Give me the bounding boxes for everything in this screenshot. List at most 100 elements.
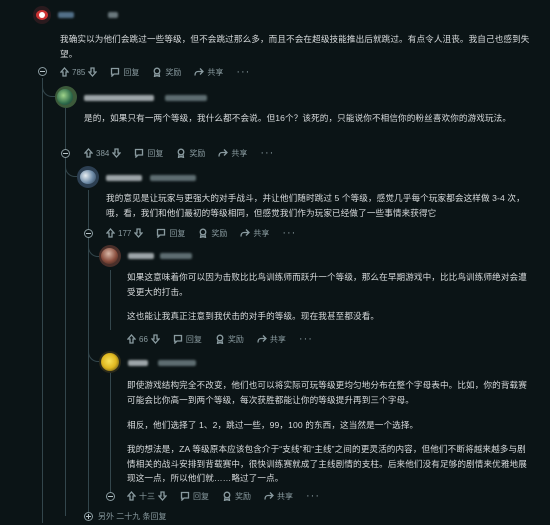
share-button[interactable]: 共享 bbox=[264, 491, 293, 502]
username-redacted bbox=[160, 253, 192, 259]
thread-curve-2 bbox=[42, 78, 55, 97]
share-button[interactable]: 共享 bbox=[257, 334, 286, 345]
username-redacted[interactable] bbox=[84, 95, 154, 101]
thread-curve-3 bbox=[65, 160, 78, 177]
award-icon bbox=[177, 148, 185, 158]
award-button[interactable]: 奖励 bbox=[152, 67, 181, 78]
award-label: 奖励 bbox=[165, 67, 182, 77]
comment-actions: 66 回复 奖励 共享 ··· bbox=[127, 331, 326, 347]
comment-actions: 177 回复 奖励 共享 ··· bbox=[106, 225, 309, 241]
comment-text: 如果这意味着你可以因为击败比比鸟训练师而跃升一个等级，那么在早期游戏中，比比鸟训… bbox=[127, 272, 527, 297]
vote-count: 十三 bbox=[139, 491, 155, 501]
downvote-icon[interactable] bbox=[88, 67, 98, 77]
reply-label: 回复 bbox=[169, 228, 186, 238]
more-options-button[interactable]: ··· bbox=[306, 490, 320, 502]
share-label: 共享 bbox=[207, 67, 224, 77]
award-icon bbox=[216, 334, 224, 344]
avatar[interactable] bbox=[99, 245, 121, 267]
reply-button[interactable]: 回复 bbox=[134, 148, 163, 159]
reply-button[interactable]: 回复 bbox=[156, 228, 185, 239]
upvote-icon[interactable] bbox=[127, 491, 136, 501]
reply-label: 回复 bbox=[185, 334, 202, 344]
award-icon bbox=[153, 67, 161, 77]
award-label: 奖励 bbox=[227, 334, 244, 344]
share-button[interactable]: 共享 bbox=[218, 148, 247, 159]
comment-text: 是的，如果只有一两个等级，我什么都不会说。但16个？该死的，只能说你不相信你的粉… bbox=[84, 113, 512, 123]
award-label: 奖励 bbox=[211, 228, 228, 238]
more-options-button[interactable]: ··· bbox=[260, 147, 274, 159]
downvote-icon[interactable] bbox=[134, 228, 144, 238]
collapse-thread-button[interactable] bbox=[38, 67, 47, 76]
avatar[interactable] bbox=[33, 6, 51, 24]
avatar[interactable] bbox=[55, 86, 77, 108]
award-label: 奖励 bbox=[235, 491, 251, 501]
vote-count: 384 bbox=[96, 148, 110, 158]
share-label: 共享 bbox=[231, 148, 248, 158]
comment-icon bbox=[135, 148, 144, 158]
reply-button[interactable]: 回复 bbox=[173, 334, 202, 345]
award-button[interactable]: 奖励 bbox=[222, 491, 251, 502]
comment-icon bbox=[111, 67, 120, 77]
share-button[interactable]: 共享 bbox=[194, 67, 223, 78]
username-redacted[interactable] bbox=[106, 175, 142, 181]
share-icon bbox=[240, 229, 251, 237]
award-button[interactable]: 奖励 bbox=[198, 228, 227, 239]
vote-count: 785 bbox=[72, 67, 86, 77]
expand-icon bbox=[84, 512, 93, 521]
reply-button[interactable]: 回复 bbox=[110, 67, 139, 78]
thread-line-1 bbox=[42, 78, 43, 523]
upvote-icon[interactable] bbox=[60, 67, 69, 77]
reply-button[interactable]: 回复 bbox=[180, 491, 209, 502]
collapse-thread-button[interactable] bbox=[106, 492, 115, 501]
comment-text: 这也能让我真正注意到我伏击的对手的等级。现在我甚至都没看。 bbox=[127, 311, 380, 321]
username-redacted bbox=[165, 95, 207, 101]
collapse-thread-button[interactable] bbox=[84, 229, 93, 238]
comment-icon bbox=[173, 334, 183, 344]
reply-label: 回复 bbox=[123, 67, 140, 77]
vote-group: 177 bbox=[106, 228, 144, 238]
username-redacted[interactable] bbox=[128, 253, 154, 259]
upvote-icon[interactable] bbox=[106, 228, 115, 238]
downvote-icon[interactable] bbox=[112, 148, 122, 158]
award-button[interactable]: 奖励 bbox=[215, 334, 244, 345]
reply-label: 回复 bbox=[147, 148, 164, 158]
upvote-icon[interactable] bbox=[127, 334, 136, 344]
collapse-thread-button[interactable] bbox=[61, 149, 70, 158]
comment-text: 我的想法是，ZA 等级原本应该包含介于“支线”和“主线”之间的更灵活的内容，但他… bbox=[127, 444, 527, 483]
avatar[interactable] bbox=[77, 166, 99, 188]
award-icon bbox=[199, 228, 207, 238]
more-replies-link[interactable]: 另外 二十九 条回复 bbox=[84, 511, 166, 522]
share-button[interactable]: 共享 bbox=[240, 228, 269, 239]
username-redacted[interactable] bbox=[58, 12, 74, 18]
username-redacted bbox=[150, 175, 196, 181]
more-replies-label: 另外 二十九 条回复 bbox=[98, 512, 167, 521]
comment-text: 我确实以为他们会跳过一些等级，但不会跳过那么多，而且不会在超级技能推出后就跳过。… bbox=[60, 34, 530, 59]
share-icon bbox=[218, 149, 229, 157]
share-icon bbox=[264, 492, 274, 500]
more-options-button[interactable]: ··· bbox=[299, 333, 313, 345]
award-label: 奖励 bbox=[189, 148, 206, 158]
thread-line-4 bbox=[110, 270, 111, 330]
comment-actions: 384 回复 奖励 共享 ··· bbox=[84, 145, 287, 161]
award-button[interactable]: 奖励 bbox=[176, 148, 205, 159]
vote-group: 66 bbox=[127, 334, 160, 344]
share-label: 共享 bbox=[253, 228, 270, 238]
comment-actions: 785 回复 奖励 共享 ··· bbox=[60, 64, 263, 80]
more-options-button[interactable]: ··· bbox=[282, 227, 296, 239]
vote-group: 785 bbox=[60, 67, 98, 77]
username-redacted bbox=[108, 12, 118, 18]
vote-group: 384 bbox=[84, 148, 122, 158]
vote-count: 66 bbox=[139, 334, 148, 344]
avatar[interactable] bbox=[99, 351, 121, 373]
share-label: 共享 bbox=[269, 334, 286, 344]
downvote-icon[interactable] bbox=[158, 491, 167, 501]
reply-label: 回复 bbox=[193, 491, 209, 501]
comment-actions: 十三 回复 奖励 共享 ··· bbox=[127, 488, 333, 504]
downvote-icon[interactable] bbox=[150, 334, 160, 344]
upvote-icon[interactable] bbox=[84, 148, 93, 158]
more-options-button[interactable]: ··· bbox=[236, 66, 250, 78]
username-redacted bbox=[158, 360, 196, 366]
share-icon bbox=[257, 335, 267, 343]
username-redacted[interactable] bbox=[128, 360, 148, 366]
comment-text: 相反，他们选择了 1、2，跳过一些，99，100 的东西，这当然是一个选择。 bbox=[127, 420, 419, 430]
